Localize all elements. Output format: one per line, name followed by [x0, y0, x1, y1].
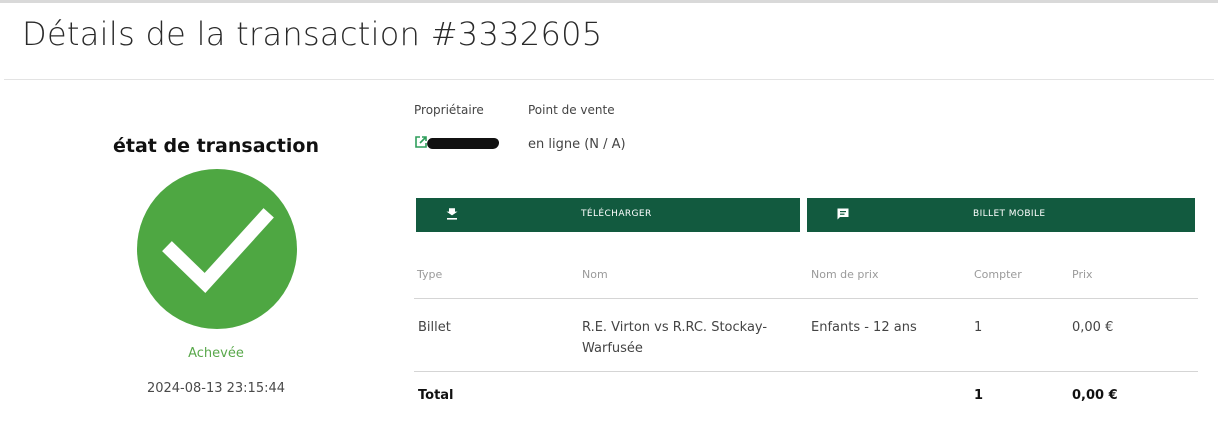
top-border [0, 0, 1218, 3]
owner-link[interactable] [414, 135, 501, 155]
table-total-divider [414, 371, 1198, 372]
column-header-price-name: Nom de prix [811, 268, 879, 281]
cell-price: 0,00 € [1072, 320, 1114, 335]
status-text: Achevée [188, 346, 244, 361]
owner-name-redacted [425, 138, 501, 149]
check-icon [162, 208, 274, 294]
mobile-ticket-label: BILLET MOBILE [973, 209, 1046, 219]
column-header-type: Type [417, 268, 443, 281]
download-button[interactable]: TÉLÉCHARGER [416, 198, 800, 232]
page-title: Détails de la transaction #3332605 [22, 15, 603, 53]
status-date: 2024-08-13 23:15:44 [146, 381, 286, 396]
sale-point-label: Point de vente [528, 103, 615, 117]
external-link-icon [415, 136, 427, 148]
download-label: TÉLÉCHARGER [581, 209, 652, 219]
title-divider [4, 79, 1214, 80]
status-check-circle [137, 169, 297, 329]
total-price: 0,00 € [1072, 388, 1118, 403]
column-header-name: Nom [582, 268, 608, 281]
message-icon [837, 208, 849, 220]
column-header-price: Prix [1072, 268, 1093, 281]
total-count: 1 [974, 388, 984, 403]
total-label: Total [418, 388, 454, 403]
cell-type: Billet [418, 320, 451, 335]
cell-price-name: Enfants - 12 ans [811, 320, 917, 335]
mobile-ticket-button[interactable]: BILLET MOBILE [807, 198, 1195, 232]
owner-label: Propriétaire [414, 103, 484, 117]
column-header-count: Compter [974, 268, 1022, 281]
cell-count: 1 [974, 320, 983, 335]
cell-name: R.E. Virton vs R.RC. Stockay-Warfusée [582, 320, 768, 356]
status-heading: état de transaction [113, 135, 319, 157]
sale-point-value: en ligne (N / A) [528, 137, 626, 152]
download-icon [446, 208, 458, 220]
table-header-divider [414, 298, 1198, 299]
